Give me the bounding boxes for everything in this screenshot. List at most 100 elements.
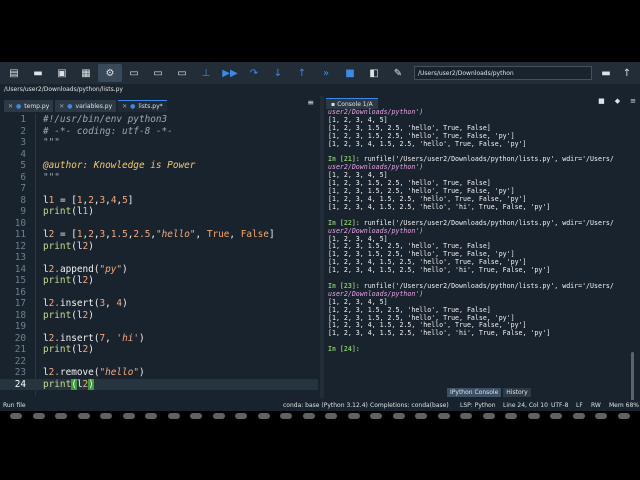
dock-app-icon[interactable] bbox=[482, 413, 495, 419]
code-line[interactable]: 1 #!/usr/bin/env python3 bbox=[0, 114, 318, 126]
close-icon[interactable]: ✕ bbox=[59, 103, 64, 110]
code-line[interactable]: 12 print(l2) bbox=[0, 241, 318, 253]
line-number: 4 bbox=[20, 148, 26, 160]
code-line[interactable]: 3 """ bbox=[0, 137, 318, 149]
code-text: print(l2) bbox=[43, 378, 94, 390]
conda-env-status[interactable]: conda: base (Python 3.12.4) bbox=[283, 400, 368, 411]
run-icon[interactable]: ▭ bbox=[122, 64, 146, 82]
code-line[interactable]: 11 l2 = [1,2,3,1.5,2.5,"hello", True, Fal… bbox=[0, 229, 318, 241]
tab-ipython-console[interactable]: IPython Console bbox=[447, 388, 502, 397]
code-line[interactable]: 9 print(l1) bbox=[0, 206, 318, 218]
continue-icon[interactable]: » bbox=[314, 64, 338, 82]
dock-app-icon[interactable] bbox=[370, 413, 383, 419]
save-icon[interactable]: ▣ bbox=[50, 64, 74, 82]
code-line[interactable]: 13 bbox=[0, 252, 318, 264]
dock-app-icon[interactable] bbox=[32, 413, 45, 419]
status-bar: Run file conda: base (Python 3.12.4) Com… bbox=[0, 400, 640, 411]
dock-app-icon[interactable] bbox=[212, 413, 225, 419]
remove-variables-icon[interactable]: ◆ bbox=[615, 97, 620, 105]
run-cell-icon[interactable]: ▭ bbox=[146, 64, 170, 82]
dock-app-icon[interactable] bbox=[392, 413, 405, 419]
run-cell-advance-icon[interactable]: ▭ bbox=[170, 64, 194, 82]
close-icon[interactable]: ✕ bbox=[122, 103, 127, 110]
step-return-icon[interactable]: ↑ bbox=[290, 64, 314, 82]
debug-icon[interactable]: ▶▶ bbox=[218, 64, 242, 82]
maximize-pane-icon[interactable]: ◧ bbox=[362, 64, 386, 82]
code-line[interactable]: 2 # -*- coding: utf-8 -*- bbox=[0, 126, 318, 138]
save-all-icon[interactable]: ▦ bbox=[74, 64, 98, 82]
code-line[interactable]: 17 l2.insert(3, 4) bbox=[0, 298, 318, 310]
code-line[interactable]: 6 """ bbox=[0, 172, 318, 184]
code-line[interactable]: 22 bbox=[0, 356, 318, 368]
browse-folder-icon[interactable]: ▬ bbox=[595, 64, 617, 82]
dock-app-icon[interactable] bbox=[550, 413, 563, 419]
code-line[interactable]: 16 bbox=[0, 287, 318, 299]
dock-app-icon[interactable] bbox=[77, 413, 90, 419]
cursor-position: Line 24, Col 10 bbox=[503, 402, 548, 409]
dock-app-icon[interactable] bbox=[100, 413, 113, 419]
code-line[interactable]: 24 print(l2) bbox=[0, 378, 318, 390]
dock-app-icon[interactable] bbox=[595, 413, 608, 419]
dock-app-icon[interactable] bbox=[325, 413, 338, 419]
new-file-icon[interactable]: ▤ bbox=[2, 64, 26, 82]
code-line[interactable]: 8 l1 = [1,2,3,4,5] bbox=[0, 195, 318, 207]
dock-app-icon[interactable] bbox=[190, 413, 203, 419]
tab-variables[interactable]: ✕ ● variables.py bbox=[55, 100, 117, 112]
editor-options-icon[interactable]: ≡ bbox=[307, 98, 314, 107]
code-text: @author: Knowledge is Power bbox=[43, 160, 196, 171]
code-line[interactable]: 18 print(l2) bbox=[0, 310, 318, 322]
code-line[interactable]: 5 @author: Knowledge is Power bbox=[0, 160, 318, 172]
open-folder-icon[interactable]: ▬ bbox=[26, 64, 50, 82]
dock-app-icon[interactable] bbox=[505, 413, 518, 419]
dock-app-icon[interactable] bbox=[167, 413, 180, 419]
dock-app-icon[interactable] bbox=[460, 413, 473, 419]
line-number: 13 bbox=[14, 252, 26, 263]
working-directory-input[interactable]: /Users/user2/Downloads/python bbox=[414, 66, 592, 80]
dock-app-icon[interactable] bbox=[235, 413, 248, 419]
code-line[interactable]: 15 print(l2) bbox=[0, 275, 318, 287]
dock-app-icon[interactable] bbox=[10, 413, 22, 419]
code-text: print(l2) bbox=[43, 344, 94, 355]
dock-app-icon[interactable] bbox=[55, 413, 68, 419]
tab-lists[interactable]: ✕ ● lists.py* bbox=[118, 100, 167, 112]
code-text: """ bbox=[43, 171, 60, 183]
dock-app-icon[interactable] bbox=[145, 413, 158, 419]
console-scrollbar[interactable] bbox=[631, 352, 634, 402]
new-project-icon[interactable]: ⚙ bbox=[98, 64, 122, 82]
code-line[interactable]: 14 l2.append("py") bbox=[0, 264, 318, 276]
dock-app-icon[interactable] bbox=[437, 413, 450, 419]
console-line: In [24]: bbox=[328, 345, 624, 354]
tab-history[interactable]: History bbox=[503, 388, 531, 397]
dock-app-icon[interactable] bbox=[257, 413, 270, 419]
dock-app-icon[interactable] bbox=[302, 413, 315, 419]
dock-app-icon[interactable] bbox=[572, 413, 585, 419]
code-text: #!/usr/bin/env python3 bbox=[43, 114, 168, 125]
stop-kernel-icon[interactable]: ■ bbox=[598, 97, 605, 105]
run-selection-icon[interactable]: ⊥ bbox=[194, 64, 218, 82]
stop-icon[interactable]: ■ bbox=[338, 64, 362, 82]
console-prompt: In [23]: bbox=[328, 281, 360, 290]
code-editor[interactable]: 1 #!/usr/bin/env python3 2 # -*- coding: ut… bbox=[0, 114, 318, 396]
dock-app-icon[interactable] bbox=[415, 413, 428, 419]
code-line[interactable]: 7 bbox=[0, 183, 318, 195]
console-bottom-tabs: IPython Console History bbox=[447, 388, 531, 397]
code-line[interactable]: 21 print(l2) bbox=[0, 344, 318, 356]
step-icon[interactable]: ↷ bbox=[242, 64, 266, 82]
preferences-icon[interactable]: ✎ bbox=[386, 64, 410, 82]
dock-app-icon[interactable] bbox=[122, 413, 135, 419]
tab-temp[interactable]: ✕ ● temp.py bbox=[4, 100, 54, 112]
dock-app-icon[interactable] bbox=[527, 413, 540, 419]
code-line[interactable]: 19 bbox=[0, 321, 318, 333]
console-options-icon[interactable]: ≡ bbox=[630, 97, 636, 105]
code-line[interactable]: 4 bbox=[0, 149, 318, 161]
dock-app-icon[interactable] bbox=[617, 413, 630, 419]
close-icon[interactable]: ✕ bbox=[8, 103, 13, 110]
dock-app-icon[interactable] bbox=[280, 413, 293, 419]
code-line[interactable]: 23 l2.remove("hello") bbox=[0, 367, 318, 379]
parent-directory-icon[interactable]: ↑ bbox=[616, 64, 638, 82]
console-output[interactable]: user2/Downloads/python') [1, 2, 3, 4, 5][… bbox=[328, 108, 624, 391]
step-into-icon[interactable]: ↓ bbox=[266, 64, 290, 82]
code-line[interactable]: 20 l2.insert(7, 'hi') bbox=[0, 333, 318, 345]
code-line[interactable]: 10 bbox=[0, 218, 318, 230]
dock-app-icon[interactable] bbox=[347, 413, 360, 419]
